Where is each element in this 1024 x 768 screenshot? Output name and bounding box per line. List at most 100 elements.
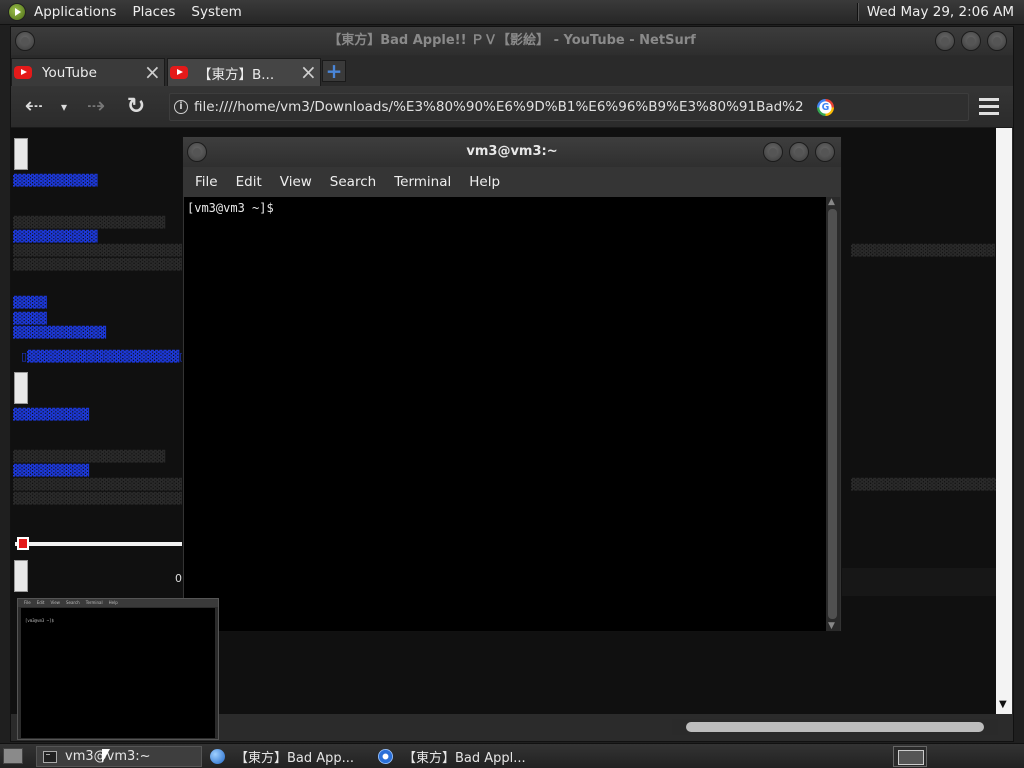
page-text: ▓▓▓▓▓▓▓▓▓▓▓▓▓▓▓▓▓: [851, 244, 995, 257]
back-history-dropdown[interactable]: ▾: [57, 94, 71, 120]
preview-menu: Edit: [36, 600, 45, 605]
preview-menu: Help: [108, 600, 118, 605]
browser-icon: [210, 749, 225, 764]
distro-logo-icon[interactable]: [8, 3, 26, 21]
video-progress-track[interactable]: [15, 542, 182, 546]
page-text: ▓▓▓▓▓▓▓▓▓▓▓▓▓▓▓▓▓▓▓▓▓▓: [13, 478, 200, 491]
terminal-output[interactable]: [vm3@vm3 ~]$: [184, 197, 826, 631]
preview-menu: View: [50, 600, 60, 605]
forward-button[interactable]: ⇢: [83, 94, 109, 120]
preview-menu: Search: [65, 600, 80, 605]
minimize-button[interactable]: [935, 31, 955, 51]
tab-close-icon[interactable]: ×: [144, 62, 161, 82]
shell-prompt: [vm3@vm3 ~]$: [187, 201, 274, 215]
taskbar-window-preview[interactable]: File Edit View Search Terminal Help [vm3…: [17, 598, 219, 740]
page-text: ▓▓▓▓▓▓▓▓▓▓▓▓▓▓▓▓▓▓▓▓▓: [13, 244, 191, 257]
url-input[interactable]: file:////home/vm3/Downloads/%E3%80%90%E6…: [194, 99, 804, 115]
terminal-window: vm3@vm3:~ File Edit View Search Terminal…: [182, 136, 842, 632]
minimize-button[interactable]: [763, 142, 783, 162]
menu-terminal[interactable]: Terminal: [386, 174, 459, 190]
top-menu: Applications Places System: [26, 0, 250, 25]
new-tab-button[interactable]: +: [322, 60, 346, 82]
page-link[interactable]: ▓▓▓▓▓▓▓▓▓: [13, 408, 89, 421]
taskbar-item-label: 【東方】Bad Appl...: [403, 751, 526, 766]
page-link[interactable]: ▓▓▓▓▓▓▓▓▓▓: [13, 174, 98, 187]
hamburger-menu-icon[interactable]: [979, 98, 999, 116]
youtube-icon: [14, 66, 32, 79]
browser-titlebar[interactable]: 【東方】Bad Apple!! ＰＶ【影絵】 - YouTube - NetSu…: [11, 27, 1013, 55]
page-link[interactable]: ▓▓▓▓▓▓▓▓▓▓▓: [13, 326, 106, 339]
taskbar-item-browser[interactable]: 【東方】Bad App...: [204, 746, 368, 767]
tab-bad-apple[interactable]: 【東方】B... ×: [167, 58, 321, 86]
taskbar-item-netsurf[interactable]: 【東方】Bad Appl...: [372, 746, 538, 767]
terminal-scrollbar[interactable]: ▲ ▼: [826, 197, 840, 631]
page-link[interactable]: ▓▓▓▓: [13, 312, 47, 325]
preview-menubar: File Edit View Search Terminal Help: [18, 599, 218, 607]
google-search-icon[interactable]: [817, 99, 834, 116]
player-control-placeholder[interactable]: [14, 560, 28, 592]
page-text: ▓▓▓▓▓▓▓▓▓▓▓▓▓▓▓▓▓▓▓▓▓: [13, 258, 191, 271]
tab-label: YouTube: [42, 64, 97, 81]
menu-view[interactable]: View: [272, 174, 320, 190]
menu-edit[interactable]: Edit: [228, 174, 270, 190]
thumbnail-placeholder[interactable]: [14, 372, 28, 404]
window-menu-icon[interactable]: [15, 31, 35, 51]
youtube-icon: [170, 66, 188, 79]
tab-bar: YouTube × 【東方】B... × +: [11, 56, 1013, 86]
netsurf-icon: [378, 749, 393, 764]
menu-system[interactable]: System: [183, 4, 249, 20]
mouse-cursor-icon: [102, 749, 110, 763]
close-button[interactable]: [987, 31, 1007, 51]
page-text: ▓▓▓▓▓▓▓▓▓▓▓▓▓▓▓▓▓▓▓: [851, 478, 1003, 491]
show-desktop-icon[interactable]: [3, 748, 23, 764]
scroll-down-arrow-icon[interactable]: ▼: [828, 621, 835, 631]
scroll-down-arrow-icon[interactable]: ▼: [999, 699, 1007, 710]
preview-prompt: [vm3@vm3 ~]$: [25, 618, 54, 623]
page-link[interactable]: ▓▓▓▓▓▓▓▓▓: [13, 464, 89, 477]
page-horizontal-scrollbar[interactable]: [672, 719, 998, 735]
close-button[interactable]: [815, 142, 835, 162]
tab-youtube[interactable]: YouTube ×: [11, 58, 165, 86]
scrollbar-thumb[interactable]: [686, 722, 984, 732]
scrollbar-thumb[interactable]: [828, 209, 837, 619]
page-text: ▓▓▓▓▓▓▓▓▓▓▓▓▓▓▓▓▓▓: [13, 216, 166, 229]
clock[interactable]: Wed May 29, 2:06 AM: [859, 4, 1024, 20]
menu-search[interactable]: Search: [322, 174, 384, 190]
terminal-titlebar[interactable]: vm3@vm3:~: [183, 137, 841, 167]
menu-applications[interactable]: Applications: [26, 4, 124, 20]
preview-screen: [vm3@vm3 ~]$: [21, 608, 215, 738]
page-vertical-scrollbar[interactable]: ▼: [996, 128, 1012, 714]
page-link[interactable]: ▓▓▓▓▓▓▓▓▓▓: [13, 230, 98, 243]
thumbnail-placeholder[interactable]: [14, 138, 28, 170]
top-panel: Applications Places System Wed May 29, 2…: [0, 0, 1024, 25]
url-bar[interactable]: i file:////home/vm3/Downloads/%E3%80%90%…: [169, 93, 969, 121]
terminal-menubar: File Edit View Search Terminal Help: [183, 167, 841, 197]
maximize-button[interactable]: [961, 31, 981, 51]
taskbar-item-terminal[interactable]: vm3@vm3:~: [36, 746, 202, 767]
page-link[interactable]: ▓▓▓▓: [13, 296, 47, 309]
menu-places[interactable]: Places: [124, 4, 183, 20]
tab-close-icon[interactable]: ×: [300, 62, 317, 82]
preview-menu: Terminal: [85, 600, 103, 605]
page-text: ▓▓▓▓▓▓▓▓▓▓▓▓▓▓▓▓▓▓▓▓▓: [13, 492, 191, 505]
taskbar-item-label: 【東方】Bad App...: [235, 751, 355, 766]
menu-help[interactable]: Help: [461, 174, 508, 190]
info-icon[interactable]: i: [174, 100, 188, 114]
browser-title: 【東方】Bad Apple!! ＰＶ【影絵】 - YouTube - NetSu…: [328, 33, 696, 48]
video-progress-handle[interactable]: [17, 537, 29, 550]
back-button[interactable]: ⇠: [21, 94, 47, 120]
window-menu-icon[interactable]: [187, 142, 207, 162]
terminal-icon: [43, 750, 57, 763]
page-link[interactable]: ▯▓▓▓▓▓▓▓▓▓▓▓▓▓▓▓▓▓▓▯▯▓: [21, 350, 200, 363]
scrollbar-thumb[interactable]: [999, 128, 1009, 358]
browser-toolbar: ⇠ ▾ ⇢ ↻ i file:////home/vm3/Downloads/%E…: [11, 86, 1013, 128]
maximize-button[interactable]: [789, 142, 809, 162]
player-time: 0: [175, 572, 182, 585]
page-text: ▓▓▓▓▓▓▓▓▓▓▓▓▓▓▓▓▓▓: [13, 450, 166, 463]
reload-button[interactable]: ↻: [123, 94, 149, 120]
menu-file[interactable]: File: [187, 174, 226, 190]
tab-label: 【東方】B...: [198, 66, 275, 83]
scroll-up-arrow-icon[interactable]: ▲: [828, 197, 835, 207]
preview-menu: File: [24, 600, 31, 605]
workspace-switcher[interactable]: [893, 746, 927, 767]
